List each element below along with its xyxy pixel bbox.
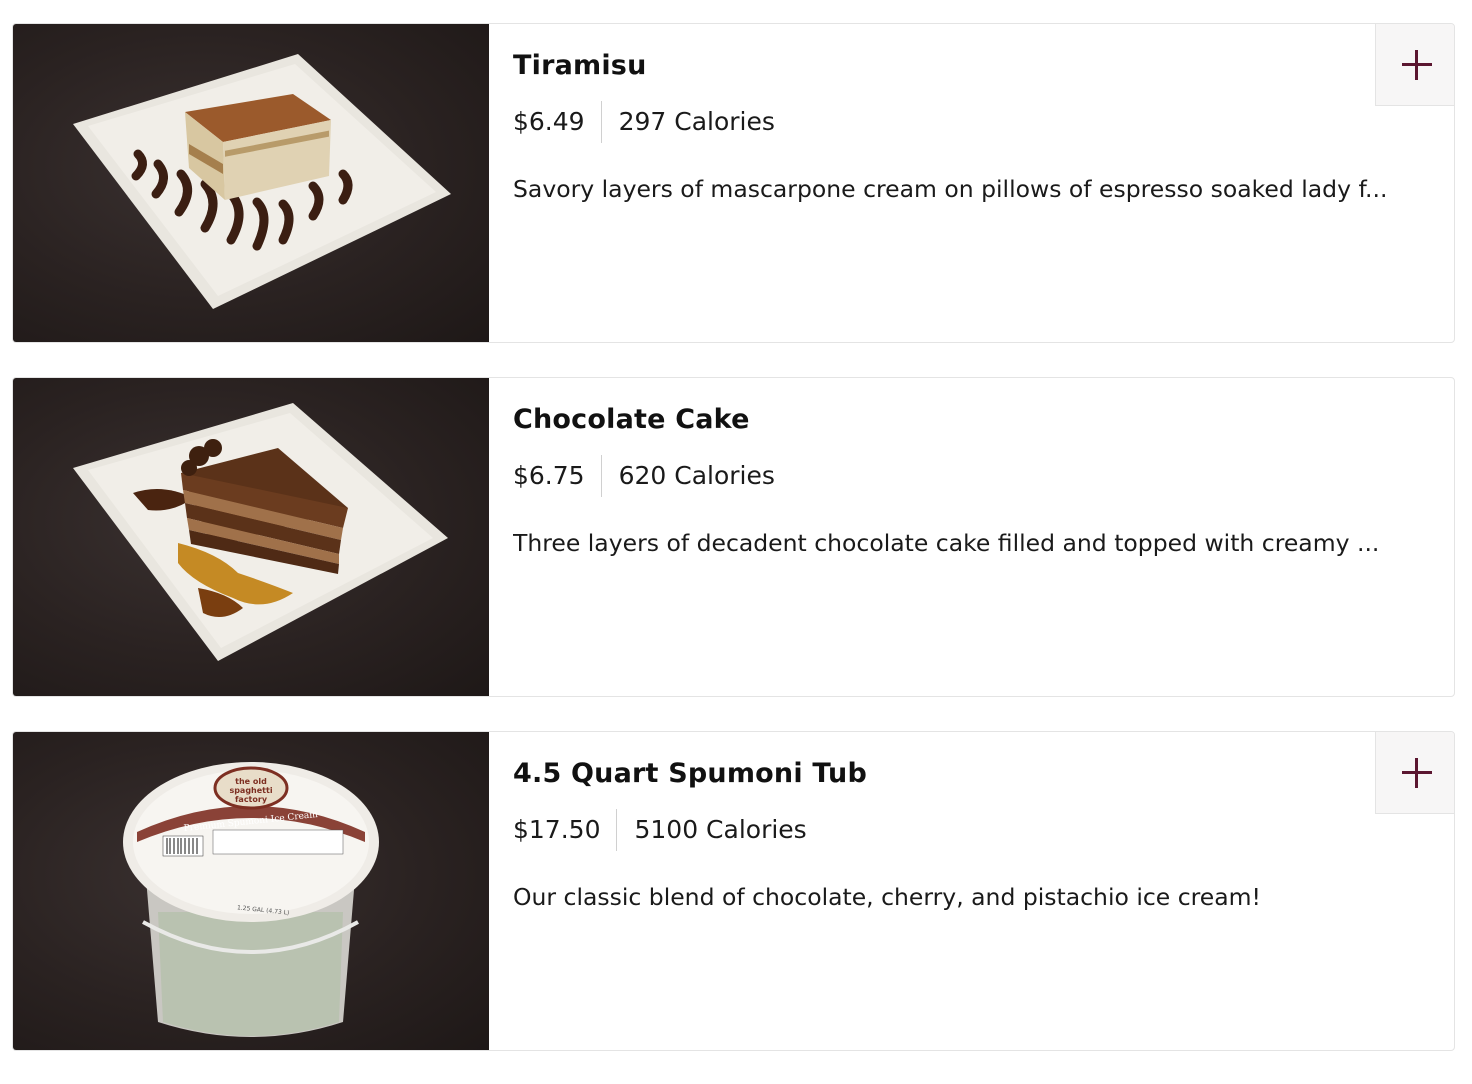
item-description: Our classic blend of chocolate, cherry, … [513, 883, 1261, 911]
item-name[interactable]: Tiramisu [513, 46, 1433, 88]
plus-icon [1401, 49, 1432, 80]
menu-item-details: 4.5 Quart Spumoni Tub $17.50 5100 Calori… [489, 732, 1454, 1050]
plus-icon [1401, 757, 1432, 788]
item-calories: 5100 Calories [634, 815, 807, 844]
price-calorie-row: $6.49 297 Calories [513, 100, 1433, 144]
item-calories: 620 Calories [618, 461, 775, 490]
item-price: $6.75 [513, 461, 585, 490]
menu-item-card-spumoni-tub[interactable]: the old spaghetti factory Premium Spumon… [12, 731, 1455, 1051]
item-description: Three layers of decadent chocolate cake … [513, 529, 1380, 557]
item-name[interactable]: 4.5 Quart Spumoni Tub [513, 754, 1433, 796]
chocolate-cake-photo-illustration [73, 403, 448, 661]
chocolate-cake-photo[interactable] [13, 378, 489, 696]
tub-brand-line1: the old [235, 777, 267, 786]
menu-item-card-chocolate-cake[interactable]: Chocolate Cake $6.75 620 Calories Three … [12, 377, 1455, 697]
menu-item-details: Tiramisu $6.49 297 Calories Savory layer… [489, 24, 1454, 342]
spumoni-tub-photo[interactable]: the old spaghetti factory Premium Spumon… [13, 732, 489, 1050]
tiramisu-photo[interactable] [13, 24, 489, 342]
spumoni-tub-photo-illustration: the old spaghetti factory Premium Spumon… [123, 762, 379, 1037]
add-to-cart-button[interactable] [1375, 732, 1454, 814]
menu-item-details: Chocolate Cake $6.75 620 Calories Three … [489, 378, 1454, 696]
item-price: $17.50 [513, 815, 601, 844]
item-name[interactable]: Chocolate Cake [513, 400, 1433, 442]
item-calories: 297 Calories [618, 107, 775, 136]
price-calorie-row: $6.75 620 Calories [513, 454, 1433, 498]
menu-item-card-tiramisu[interactable]: Tiramisu $6.49 297 Calories Savory layer… [12, 23, 1455, 343]
item-description: Savory layers of mascarpone cream on pil… [513, 175, 1388, 203]
tub-brand-line2: spaghetti [229, 786, 272, 795]
tiramisu-photo-illustration [73, 54, 451, 309]
tub-brand-line3: factory [235, 795, 268, 804]
price-calorie-row: $17.50 5100 Calories [513, 808, 1433, 852]
add-to-cart-button[interactable] [1375, 24, 1454, 106]
item-price: $6.49 [513, 107, 585, 136]
